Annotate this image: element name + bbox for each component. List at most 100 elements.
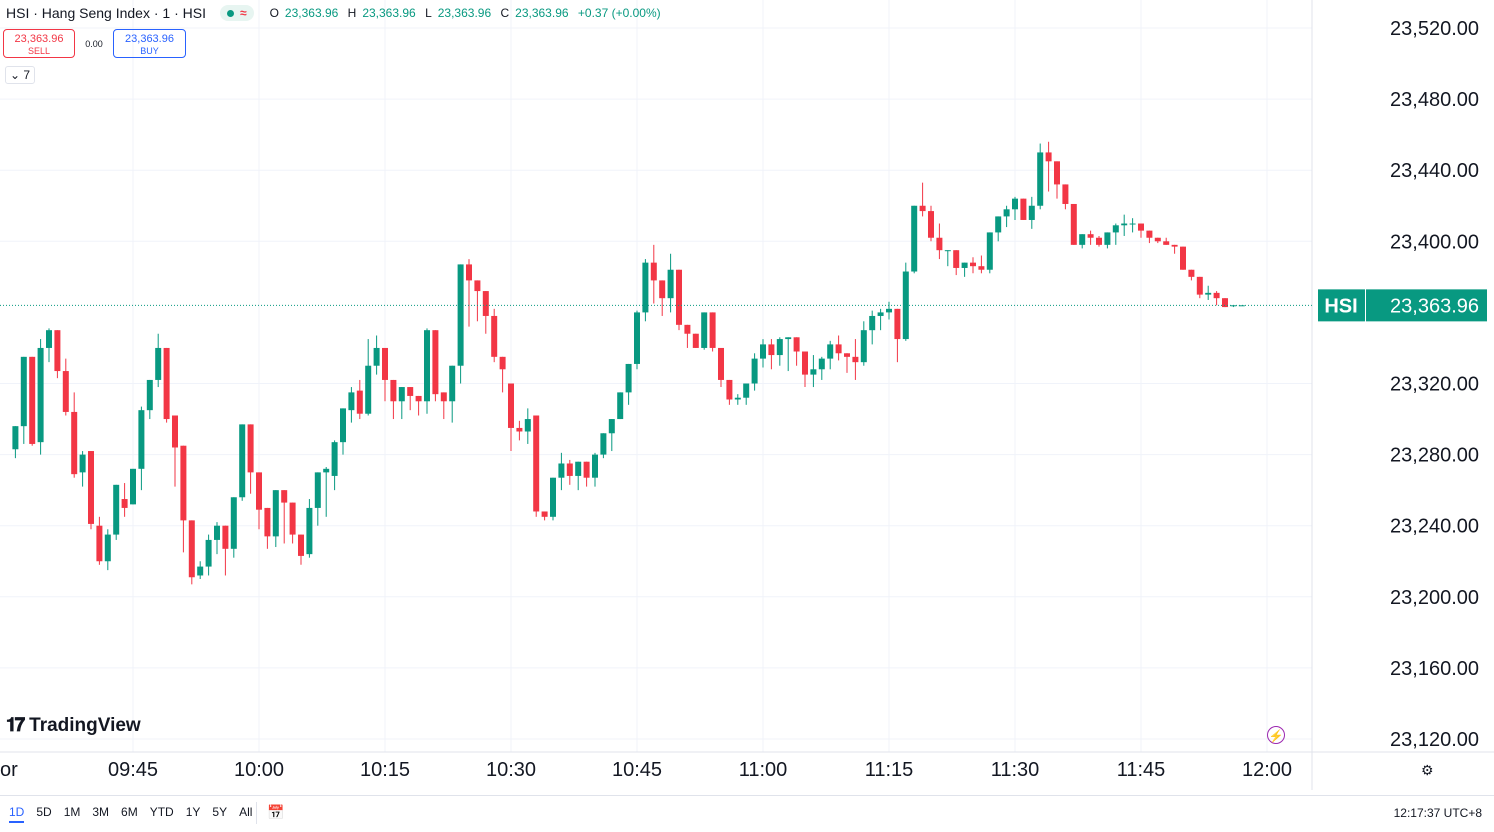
candle (256, 472, 262, 530)
candle (29, 356, 36, 446)
range-button-ytd[interactable]: YTD (150, 805, 174, 823)
candle-body (1096, 237, 1102, 245)
range-button-all[interactable]: All (239, 805, 252, 823)
range-button-5y[interactable]: 5Y (212, 805, 227, 823)
candle-body (247, 424, 254, 473)
candle (877, 308, 884, 331)
candle-body (281, 490, 288, 503)
candle (524, 408, 531, 444)
candle (844, 353, 850, 373)
candle-body (734, 397, 741, 400)
tradingview-mark-icon: 𝟏𝟕 (6, 715, 25, 736)
candle-body (667, 269, 674, 299)
candle-body (701, 312, 708, 348)
low-label: L (425, 6, 432, 20)
candle (667, 253, 674, 313)
candlestick-chart[interactable]: 23,520.00 23,480.00 23,440.00 23,400.00 23,3… (0, 0, 1494, 831)
sell-button[interactable]: 23,363.96 SELL (3, 29, 75, 58)
candle-body (1112, 225, 1119, 233)
indicators-collapse-button[interactable]: ⌄ 7 (5, 66, 36, 84)
tradingview-logo[interactable]: 𝟏𝟕 TradingView (6, 715, 141, 737)
candle (62, 358, 69, 416)
range-button-1y[interactable]: 1Y (186, 805, 201, 823)
open-label: O (269, 6, 279, 20)
candle-body (625, 363, 632, 393)
candle-body (1196, 276, 1203, 295)
candle-body (222, 525, 229, 549)
candle (516, 420, 523, 441)
candle (88, 451, 94, 530)
candle-body (272, 490, 279, 537)
range-button-3m[interactable]: 3M (92, 805, 109, 823)
candle-body (1104, 232, 1111, 245)
chevron-down-icon: ⌄ (10, 68, 21, 82)
candle-body (37, 347, 44, 443)
candle (961, 262, 968, 277)
time-tick-label: 11:45 (1117, 759, 1166, 781)
candle-body (508, 383, 514, 428)
symbol-badge-label: HSI (1324, 295, 1357, 317)
range-button-1m[interactable]: 1M (64, 805, 81, 823)
candle-body (524, 419, 531, 432)
price-tick-label: 23,240.00 (1390, 516, 1479, 538)
candle-body (978, 266, 985, 270)
candle-body (172, 415, 178, 448)
candle (1171, 244, 1178, 254)
candle (718, 347, 724, 388)
close-value: 23,363.96 (515, 6, 569, 20)
candle (852, 339, 859, 380)
candle-body (163, 347, 170, 420)
candle (566, 459, 573, 485)
candle (944, 250, 951, 267)
candle (1180, 246, 1186, 270)
candle-body (928, 211, 934, 238)
candle (247, 424, 254, 494)
time-tick-label: 11:15 (865, 759, 914, 781)
price-tick-label: 23,160.00 (1390, 658, 1479, 680)
candle-body (986, 232, 993, 270)
time-tick-label: 10:00 (234, 759, 284, 781)
toolbar-divider (256, 802, 257, 824)
candle (1037, 143, 1044, 210)
symbol-title[interactable]: HSI · Hang Seng Index · 1 · HSI (6, 5, 206, 21)
candle-body (760, 344, 766, 359)
range-button-5d[interactable]: 5D (36, 805, 51, 823)
candle-body (88, 451, 94, 524)
candle (1154, 237, 1161, 244)
calendar-goto-icon[interactable]: 📅 (267, 804, 284, 821)
range-button-1d[interactable]: 1D (9, 805, 25, 823)
time-tick-label: 12:00 (1242, 759, 1292, 781)
ohlc-values: O 23,363.96 H 23,363.96 L 23,363.96 C 23,363… (270, 6, 667, 20)
candle-body (214, 525, 220, 540)
candle-body (1146, 230, 1153, 238)
candle-body (46, 330, 52, 348)
high-label: H (347, 6, 357, 20)
wave-icon: ≈ (239, 6, 247, 20)
candle-body (1171, 244, 1178, 247)
range-button-6m[interactable]: 6M (121, 805, 138, 823)
candle (314, 472, 321, 526)
candle (1121, 214, 1128, 236)
candle-body (382, 347, 388, 380)
candle (928, 205, 934, 242)
buy-button[interactable]: 23,363.96 BUY (113, 29, 186, 58)
candle-body (944, 250, 951, 252)
candle (264, 507, 271, 549)
candle-body (726, 379, 733, 400)
candle (356, 379, 363, 420)
candle-body (1138, 223, 1144, 231)
candle (20, 356, 27, 444)
market-status[interactable]: ≈ (219, 5, 254, 21)
candle (919, 182, 926, 217)
candle (642, 259, 649, 322)
price-tick-label: 23,400.00 (1390, 231, 1479, 253)
candle (810, 355, 817, 388)
candle (373, 335, 380, 375)
candle-body (79, 454, 86, 473)
candle (440, 392, 447, 420)
lightning-icon[interactable]: ⚡ (1267, 726, 1285, 744)
candle-body (1087, 234, 1094, 238)
settings-gear-icon[interactable]: ⚙ (1421, 762, 1434, 779)
candle-body (146, 379, 153, 411)
clock[interactable]: 12:17:37 UTC+8 (1394, 806, 1482, 820)
